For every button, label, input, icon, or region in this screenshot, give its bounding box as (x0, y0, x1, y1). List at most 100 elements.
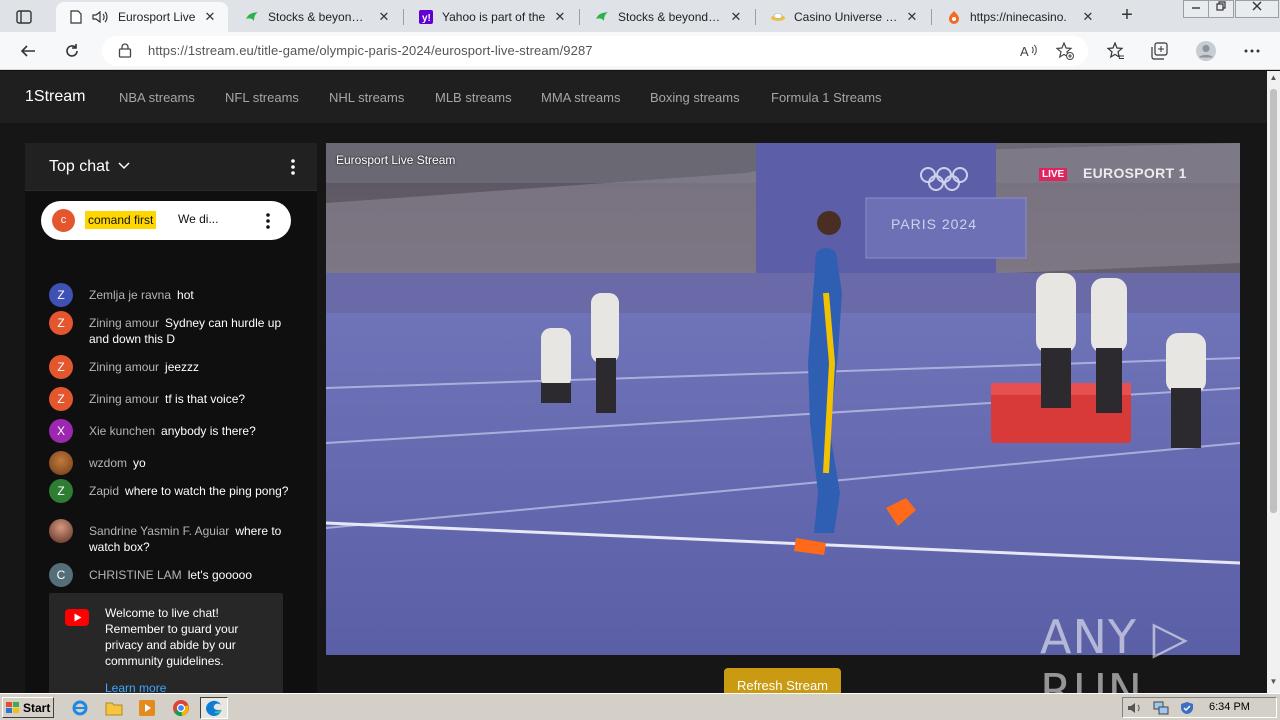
chat-message: Z Zining amour jeezzz (49, 355, 289, 379)
chat-message: Z Zapid where to watch the ping pong? (49, 479, 289, 503)
address-bar[interactable]: https://1stream.eu/title-game/olympic-pa… (102, 36, 1088, 66)
refresh-icon[interactable] (58, 38, 86, 64)
scroll-up-icon[interactable]: ▲ (1269, 73, 1278, 82)
favorites-icon[interactable] (1102, 38, 1130, 64)
chat-message: C CHRISTINE LAM let's gooooo (49, 563, 289, 587)
tab-eurosport-live[interactable]: Eurosport Live ✕ (56, 2, 228, 32)
chat-text: hot (177, 288, 194, 302)
chat-mode-label[interactable]: Top chat (49, 158, 109, 176)
nav-nhl-streams[interactable]: NHL streams (329, 90, 404, 105)
tab-close-icon[interactable]: ✕ (904, 9, 920, 25)
page-scrollbar[interactable]: ▲ ▼ (1267, 71, 1280, 693)
avatar: Z (49, 283, 73, 307)
speaker-icon[interactable] (92, 9, 108, 25)
restore-button[interactable] (1208, 0, 1234, 18)
svg-text:A: A (1020, 44, 1029, 58)
chat-message: Z Zemlja je ravna hot (49, 283, 289, 307)
tab-yahoo[interactable]: y! Yahoo is part of the ✕ (406, 2, 578, 32)
youtube-icon (65, 609, 89, 626)
chat-text: yo (133, 456, 146, 470)
avatar (49, 451, 73, 475)
tab-close-icon[interactable]: ✕ (376, 9, 392, 25)
new-tab-button[interactable]: + (1114, 4, 1140, 28)
tab-separator (755, 9, 756, 25)
video-frame: PARIS 2024 (326, 143, 1240, 655)
chat-more-icon[interactable] (287, 157, 299, 177)
tab-separator (403, 9, 404, 25)
chat-text: anybody is there? (161, 424, 256, 438)
profile-avatar-icon[interactable] (1192, 38, 1220, 64)
tab-stocks-2[interactable]: Stocks & beyond: Ir ✕ (582, 2, 754, 32)
tab-title: Eurosport Live (118, 10, 196, 24)
tab-title: https://ninecasino. (970, 10, 1067, 24)
start-button[interactable]: Start (2, 697, 54, 718)
browser-tab-strip: Eurosport Live ✕ Stocks & beyond: Ir ✕ y… (0, 0, 1280, 32)
pinned-text: We di... (178, 212, 219, 226)
chrome-icon[interactable] (171, 698, 191, 718)
chat-message: Z Zining amour Sydney can hurdle up and d… (49, 311, 289, 347)
nav-nba-streams[interactable]: NBA streams (119, 90, 195, 105)
stream-title: Eurosport Live Stream (336, 153, 456, 167)
site-logo[interactable]: 1Stream (25, 88, 85, 106)
browser-toolbar: https://1stream.eu/title-game/olympic-pa… (0, 32, 1280, 70)
chat-author: Sandrine Yasmin F. Aguiar (89, 524, 230, 538)
casino-favicon (770, 9, 786, 25)
tab-close-icon[interactable]: ✕ (202, 9, 218, 25)
nav-formula1-streams[interactable]: Formula 1 Streams (771, 90, 882, 105)
tab-casino-universe[interactable]: Casino Universe Ca ✕ (758, 2, 930, 32)
tab-stocks-1[interactable]: Stocks & beyond: Ir ✕ (232, 2, 402, 32)
welcome-text: Welcome to live chat! Remember to guard … (105, 606, 239, 668)
back-icon[interactable] (14, 38, 42, 64)
tab-title: Stocks & beyond: Ir (268, 10, 370, 24)
tab-close-icon[interactable]: ✕ (552, 9, 568, 25)
tab-title: Yahoo is part of the (442, 10, 546, 24)
media-player-icon[interactable] (137, 698, 157, 718)
collections-icon[interactable] (1146, 38, 1174, 64)
tab-title: Casino Universe Ca (794, 10, 898, 24)
stocks-favicon (244, 9, 260, 25)
lock-icon[interactable] (118, 42, 134, 60)
learn-more-link[interactable]: Learn more (105, 681, 166, 693)
ninecasino-favicon (946, 9, 962, 25)
close-window-button[interactable] (1235, 0, 1279, 18)
chat-message: Z Zining amour tf is that voice? (49, 387, 289, 411)
tab-actions-icon[interactable] (8, 6, 40, 28)
stocks-favicon (594, 9, 610, 25)
chat-text: tf is that voice? (165, 392, 246, 406)
tab-close-icon[interactable]: ✕ (1080, 9, 1096, 25)
minimize-button[interactable] (1183, 0, 1209, 18)
avatar: Z (49, 479, 73, 503)
nav-nfl-streams[interactable]: NFL streams (225, 90, 299, 105)
nav-mma-streams[interactable]: MMA streams (541, 90, 620, 105)
nav-mlb-streams[interactable]: MLB streams (435, 90, 512, 105)
chevron-down-icon[interactable] (117, 158, 131, 172)
volume-icon[interactable] (1127, 701, 1143, 715)
read-aloud-icon[interactable]: A (1018, 41, 1040, 61)
chat-author: Zapid (89, 484, 120, 498)
edge-icon[interactable] (200, 697, 228, 719)
chat-message: wzdom yo (49, 451, 289, 475)
scrollbar-thumb[interactable] (1270, 89, 1277, 513)
chat-author: Zining amour (89, 316, 160, 330)
channel-logo: EUROSPORT 1 (1083, 165, 1187, 181)
url-text[interactable]: https://1stream.eu/title-game/olympic-pa… (148, 43, 593, 58)
internet-explorer-icon[interactable] (70, 698, 90, 718)
more-options-icon[interactable] (1238, 38, 1266, 64)
tab-title: Stocks & beyond: Ir (618, 10, 722, 24)
security-shield-icon[interactable] (1179, 701, 1195, 715)
tab-ninecasino[interactable]: https://ninecasino. ✕ (934, 2, 1106, 32)
live-badge: LIVE (1039, 168, 1068, 181)
video-player[interactable]: PARIS 2024 Eurosport Live Stream LIVE EU… (326, 143, 1240, 655)
refresh-stream-button[interactable]: Refresh Stream (724, 668, 841, 696)
chat-text: let's gooooo (187, 568, 253, 582)
nav-boxing-streams[interactable]: Boxing streams (650, 90, 740, 105)
file-explorer-icon[interactable] (104, 698, 124, 718)
pinned-message[interactable]: c comand first We di... (41, 201, 291, 240)
chat-text: jeezzz (165, 360, 200, 374)
pinned-more-icon[interactable] (263, 211, 273, 231)
scroll-down-icon[interactable]: ▼ (1269, 677, 1278, 686)
start-label: Start (23, 700, 51, 715)
network-icon[interactable] (1153, 701, 1169, 715)
tab-close-icon[interactable]: ✕ (728, 9, 744, 25)
add-favorite-icon[interactable] (1054, 41, 1076, 61)
